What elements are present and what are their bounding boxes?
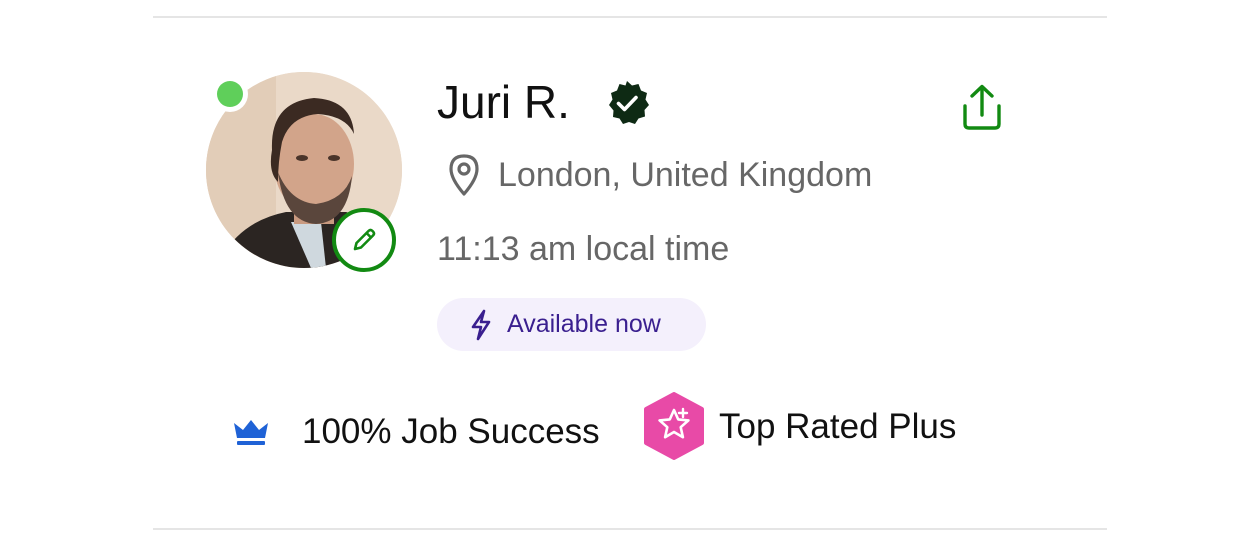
bottom-divider [153,528,1107,530]
profile-name: Juri R. [437,76,570,128]
star-hexagon-icon [644,392,704,460]
top-rated-plus-badge: Top Rated Plus [719,407,957,446]
crown-icon [234,420,268,445]
location-text: London, United Kingdom [498,156,873,194]
top-divider [153,16,1107,18]
edit-avatar-button[interactable] [332,208,396,272]
map-pin-icon [449,154,479,196]
online-status-dot [212,76,248,112]
job-success-badge: 100% Job Success [302,412,600,451]
avatar-container [206,72,402,272]
share-button[interactable] [956,82,1008,134]
lightning-bolt-icon [471,309,491,340]
availability-badge[interactable]: Available now [437,298,706,351]
pencil-icon [353,228,376,251]
availability-label: Available now [507,310,661,338]
verified-badge-icon [609,81,649,124]
local-time-text: 11:13 am local time [437,230,730,268]
